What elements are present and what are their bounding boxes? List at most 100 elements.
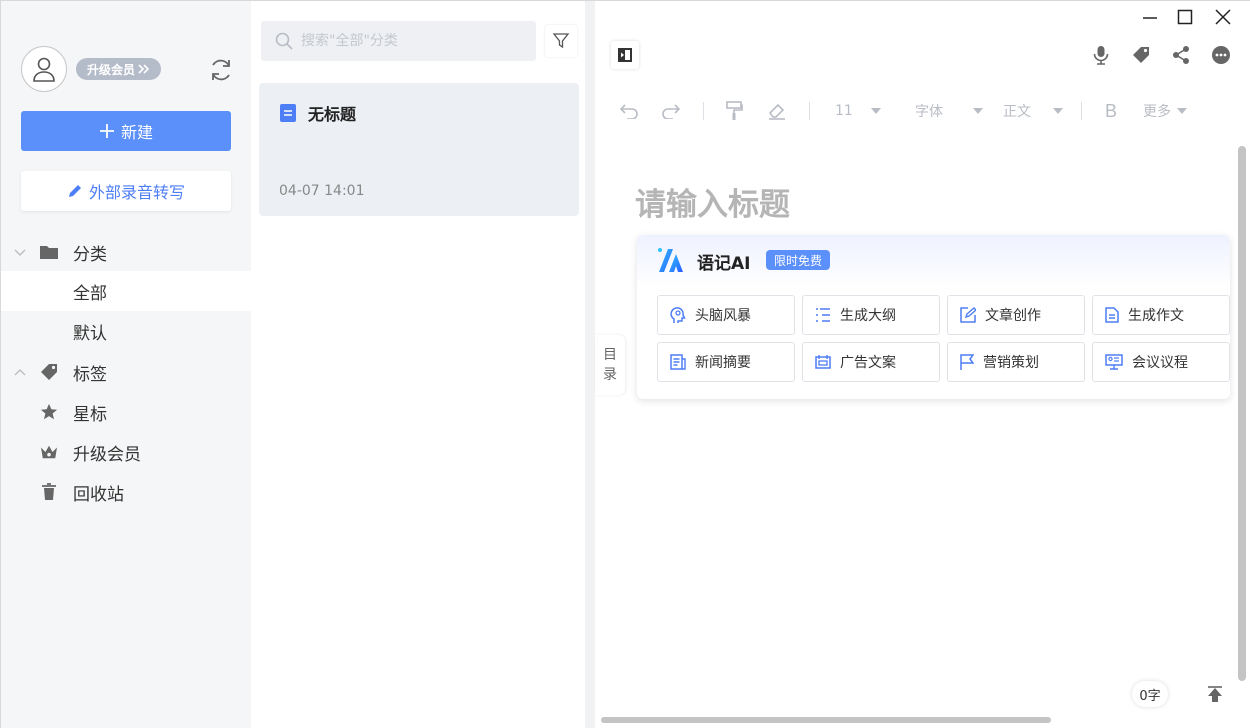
redo-button[interactable] xyxy=(661,93,681,129)
vertical-scrollbar[interactable] xyxy=(1238,146,1246,681)
maximize-button[interactable] xyxy=(1173,7,1197,27)
scroll-to-top-button[interactable] xyxy=(1199,679,1231,711)
horizontal-scrollbar[interactable] xyxy=(601,717,1051,723)
minimize-button[interactable] xyxy=(1138,7,1162,27)
ai-action-meeting-agenda[interactable]: 会议议程 xyxy=(1092,342,1230,382)
sidebar-item-label: 升级会员 xyxy=(73,444,141,465)
close-button[interactable] xyxy=(1211,7,1235,27)
sidebar-item-label: 星标 xyxy=(73,404,107,425)
pencil-icon xyxy=(68,185,81,197)
font-size-value: 11 xyxy=(835,103,853,119)
sidebar-item-tags[interactable]: 标签 xyxy=(1,352,251,392)
upgrade-vip-badge[interactable]: 升级会员 xyxy=(76,58,161,80)
document-icon xyxy=(280,104,296,122)
microphone-icon xyxy=(1093,46,1109,65)
format-toolbar: 11 字体 正文 B 更多 xyxy=(595,93,1235,129)
tag-button[interactable] xyxy=(1129,43,1153,67)
note-time: 04-07 14:01 xyxy=(279,183,365,199)
ai-assistant-card: 语记AI 限时免费 头脑风暴 生成大纲 文章创作 生成作文 新闻摘要 广告文案 … xyxy=(637,235,1230,399)
sidebar-item-label: 回收站 xyxy=(73,484,124,505)
ai-action-label: 营销策划 xyxy=(983,355,1039,371)
ai-logo-icon xyxy=(658,248,683,272)
external-transcribe-label: 外部录音转写 xyxy=(88,183,185,202)
note-list-item[interactable]: 无标题 04-07 14:01 xyxy=(259,83,579,216)
new-note-button[interactable]: 新建 xyxy=(21,111,231,151)
search-icon xyxy=(275,32,293,50)
user-avatar[interactable] xyxy=(21,46,67,92)
ai-action-article[interactable]: 文章创作 xyxy=(947,295,1085,335)
sidebar-item-all[interactable]: 全部 xyxy=(1,271,251,311)
ai-action-ad-copy[interactable]: 广告文案 xyxy=(802,342,940,382)
more-format-label: 更多 xyxy=(1143,104,1171,120)
edit-doc-icon xyxy=(960,307,976,323)
sidebar-item-label: 全部 xyxy=(73,283,107,304)
more-options-button[interactable] xyxy=(1209,43,1233,67)
bold-button[interactable]: B xyxy=(1105,93,1117,129)
sidebar: 升级会员 新建 外部录音转写 分类 全部 默认 标签 星标 升级会员 回收站 xyxy=(1,1,251,728)
more-format-dropdown[interactable]: 更多 xyxy=(1143,93,1187,129)
toolbar-divider xyxy=(703,102,704,120)
sidebar-item-category[interactable]: 分类 xyxy=(1,232,251,272)
note-title: 无标题 xyxy=(308,105,357,124)
minimize-icon xyxy=(1143,17,1157,19)
undo-button[interactable] xyxy=(619,93,639,129)
sidebar-item-trash[interactable]: 回收站 xyxy=(1,472,251,512)
caret-down-icon xyxy=(1053,108,1063,114)
font-size-select[interactable]: 11 xyxy=(835,93,881,129)
close-icon xyxy=(1215,9,1231,25)
sidebar-item-starred[interactable]: 星标 xyxy=(1,392,251,432)
tag-icon xyxy=(39,362,59,382)
ai-action-label: 头脑风暴 xyxy=(695,308,751,324)
sidebar-item-upgrade[interactable]: 升级会员 xyxy=(1,432,251,472)
title-input[interactable]: 请输入标题 xyxy=(635,179,790,224)
sidebar-item-label: 默认 xyxy=(73,323,107,344)
chevron-down-icon xyxy=(14,249,26,256)
ai-action-news-summary[interactable]: 新闻摘要 xyxy=(657,342,795,382)
toggle-panel-button[interactable] xyxy=(611,41,639,69)
microphone-button[interactable] xyxy=(1089,43,1113,67)
external-transcribe-button[interactable]: 外部录音转写 xyxy=(21,171,231,211)
ai-action-brainstorm[interactable]: 头脑风暴 xyxy=(657,295,795,335)
new-note-label: 新建 xyxy=(120,123,153,142)
eraser-button[interactable] xyxy=(767,93,787,129)
toc-label-top: 目 xyxy=(603,347,617,363)
flag-icon xyxy=(960,354,974,370)
share-button[interactable] xyxy=(1169,43,1193,67)
vip-badge-label: 升级会员 xyxy=(86,62,135,77)
sync-button[interactable] xyxy=(207,56,235,84)
redo-icon xyxy=(662,104,681,119)
paragraph-style-value: 正文 xyxy=(1003,104,1031,120)
free-badge: 限时免费 xyxy=(766,250,831,270)
essay-icon xyxy=(1105,307,1119,323)
font-family-select[interactable]: 字体 xyxy=(915,93,983,129)
toolbar-divider xyxy=(809,102,810,120)
folder-icon xyxy=(39,242,59,262)
ai-action-label: 新闻摘要 xyxy=(695,355,751,371)
news-icon xyxy=(670,354,686,370)
pane-splitter[interactable] xyxy=(585,1,595,728)
toc-tab[interactable]: 目 录 xyxy=(595,335,625,395)
paragraph-style-select[interactable]: 正文 xyxy=(1003,93,1063,129)
ai-action-essay[interactable]: 生成作文 xyxy=(1092,295,1230,335)
ai-action-outline[interactable]: 生成大纲 xyxy=(802,295,940,335)
maximize-icon xyxy=(1177,9,1193,25)
ai-action-label: 文章创作 xyxy=(985,308,1041,324)
star-icon xyxy=(39,402,59,422)
ai-action-label: 会议议程 xyxy=(1132,355,1188,371)
sidebar-item-label: 标签 xyxy=(73,364,107,385)
format-painter-button[interactable] xyxy=(725,93,743,129)
double-chevron-right-icon xyxy=(138,64,150,74)
brain-icon xyxy=(670,307,686,323)
ai-action-label: 生成作文 xyxy=(1128,308,1184,324)
filter-button[interactable] xyxy=(545,25,577,57)
trash-icon xyxy=(39,482,59,502)
tag-icon xyxy=(1133,47,1149,63)
caret-down-icon xyxy=(973,108,983,114)
search-input[interactable] xyxy=(301,33,521,49)
sidebar-item-default[interactable]: 默认 xyxy=(1,311,251,351)
ai-action-marketing[interactable]: 营销策划 xyxy=(947,342,1085,382)
ai-action-label: 生成大纲 xyxy=(840,308,896,324)
word-count: 0字 xyxy=(1132,681,1168,707)
caret-down-icon xyxy=(1177,108,1187,114)
undo-icon xyxy=(619,104,638,119)
